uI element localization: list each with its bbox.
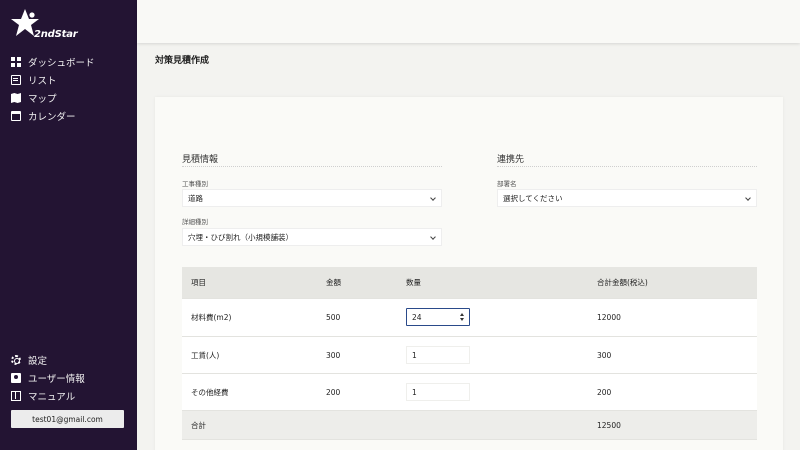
book-icon: [11, 391, 21, 401]
detail-type-label: 詳細種別: [182, 218, 208, 226]
calendar-icon: [11, 111, 21, 121]
dashboard-icon: [11, 57, 21, 67]
department-select[interactable]: 選択してください: [497, 189, 757, 207]
section-divider: [182, 166, 442, 167]
table-row: 工賃(人) 300 1 300: [182, 337, 757, 374]
sidebar-item-list[interactable]: リスト: [11, 71, 136, 89]
spinner-arrows-icon[interactable]: [460, 312, 465, 322]
sidebar-item-label: カレンダー: [28, 112, 76, 123]
app-logo-text: 2ndStar: [34, 29, 78, 40]
bottom-nav: 設定 ユーザー情報 マニュアル: [11, 351, 136, 405]
sidebar-item-label: 設定: [28, 356, 48, 367]
chevron-down-icon: [430, 195, 436, 201]
app-logo[interactable]: 2ndStar: [10, 8, 78, 40]
row-total: 200: [597, 387, 612, 397]
sidebar-item-manual[interactable]: マニュアル: [11, 387, 136, 405]
quantity-value: 1: [412, 350, 417, 360]
sidebar-item-calendar[interactable]: カレンダー: [11, 107, 136, 125]
cost-table: 項目 金額 数量 合計金額(税込) 材料費(m2) 500 24 12000 工…: [182, 267, 757, 440]
page-title: 対策見積作成: [155, 56, 210, 66]
sidebar-item-settings[interactable]: 設定: [11, 351, 136, 369]
sidebar-item-label: リスト: [28, 76, 57, 87]
column-header-price: 金額: [326, 278, 341, 287]
work-type-select[interactable]: 道路: [182, 189, 442, 207]
row-total: 300: [597, 350, 612, 360]
row-item: 工賃(人): [191, 350, 220, 360]
row-total: 12000: [597, 313, 621, 322]
detail-type-select[interactable]: 穴埋・ひび割れ（小規模舗装）: [182, 228, 442, 246]
row-price: 200: [326, 387, 341, 397]
main-nav: ダッシュボード リスト マップ カレンダー: [11, 53, 136, 125]
section-divider: [497, 166, 757, 167]
sidebar-item-label: ダッシュボード: [28, 58, 95, 69]
sidebar-item-dashboard[interactable]: ダッシュボード: [11, 53, 136, 71]
department-value: 選択してください: [503, 193, 563, 203]
quantity-stepper[interactable]: 24: [406, 308, 470, 326]
chevron-down-icon: [745, 195, 751, 201]
table-row: その他経費 200 1 200: [182, 374, 757, 411]
user-email-badge[interactable]: test01@gmail.com: [11, 410, 124, 428]
table-row: 材料費(m2) 500 24 12000: [182, 299, 757, 337]
total-label: 合計: [191, 420, 206, 430]
user-icon: [11, 373, 21, 383]
estimate-section-title: 見積情報: [182, 155, 219, 165]
department-label: 部署名: [497, 180, 517, 188]
sidebar-item-label: ユーザー情報: [28, 374, 85, 385]
quantity-value: 24: [412, 312, 422, 322]
sidebar-item-user-info[interactable]: ユーザー情報: [11, 369, 136, 387]
quantity-value: 1: [412, 387, 417, 397]
sidebar-item-label: マニュアル: [28, 392, 76, 403]
sidebar-item-map[interactable]: マップ: [11, 89, 136, 107]
total-value: 12500: [597, 420, 621, 430]
table-header-row: 項目 金額 数量 合計金額(税込): [182, 267, 757, 299]
row-item: 材料費(m2): [191, 313, 232, 322]
work-type-label: 工事種別: [182, 180, 208, 188]
row-price: 300: [326, 350, 341, 360]
row-price: 500: [326, 313, 341, 322]
quantity-input[interactable]: 1: [406, 383, 470, 401]
column-header-item: 項目: [191, 278, 206, 287]
work-type-value: 道路: [188, 193, 203, 203]
top-bar: [137, 0, 800, 43]
contact-section-title: 連携先: [497, 155, 525, 165]
sidebar-item-label: マップ: [28, 94, 57, 105]
row-item: その他経費: [191, 387, 229, 397]
quantity-input[interactable]: 1: [406, 346, 470, 364]
table-total-row: 合計 12500: [182, 411, 757, 440]
gear-icon: [11, 355, 21, 365]
list-icon: [11, 75, 21, 85]
sidebar: 2ndStar ダッシュボード リスト マップ カレンダー 設定 ユーザー情報: [0, 0, 137, 450]
column-header-quantity: 数量: [406, 278, 421, 287]
chevron-down-icon: [430, 234, 436, 240]
map-icon: [11, 93, 21, 103]
column-header-total: 合計金額(税込): [597, 278, 648, 287]
detail-type-value: 穴埋・ひび割れ（小規模舗装）: [188, 232, 293, 242]
